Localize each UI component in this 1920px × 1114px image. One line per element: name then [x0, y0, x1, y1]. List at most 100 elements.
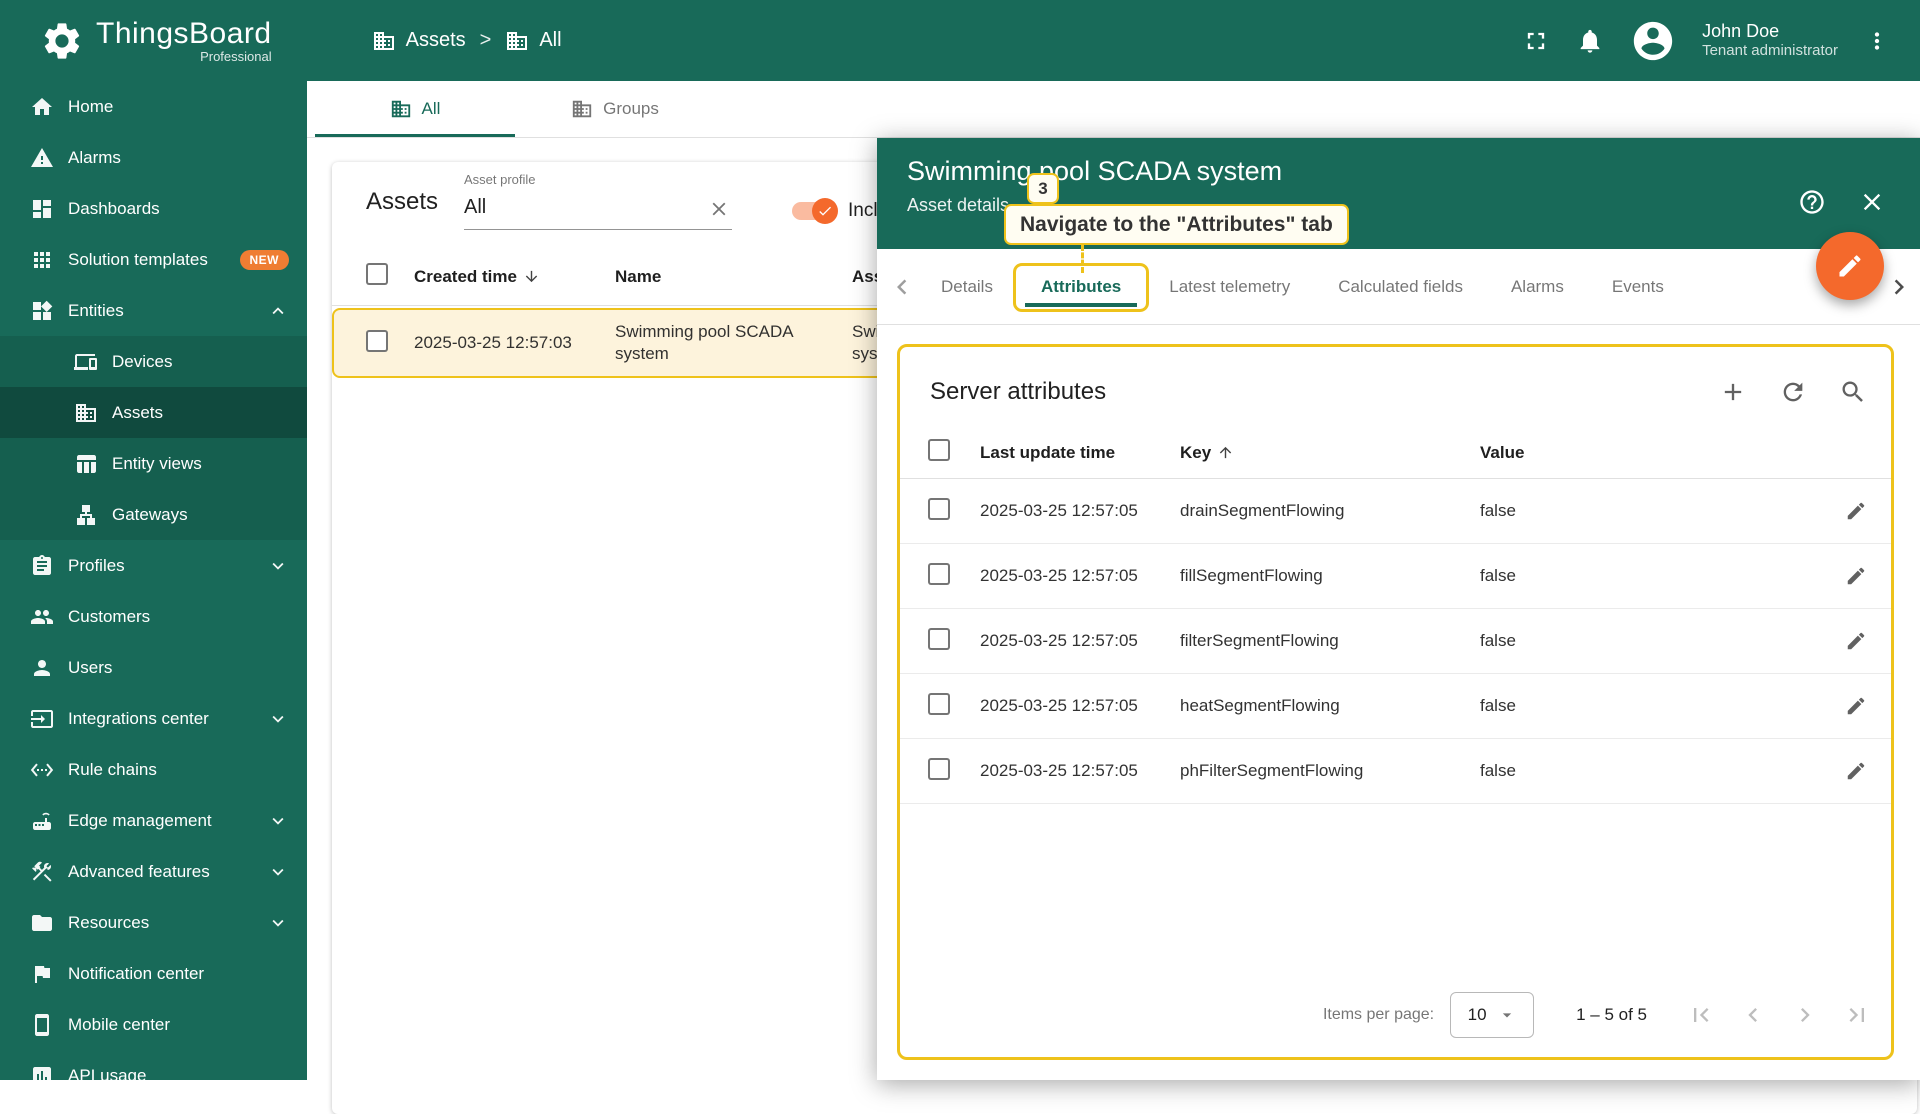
attribute-row[interactable]: 2025-03-25 12:57:05 phFilterSegmentFlowi…: [900, 739, 1891, 804]
sidebar-item-solution-templates[interactable]: Solution templates NEW: [0, 234, 307, 285]
sidebar-item-customers[interactable]: Customers: [0, 591, 307, 642]
chevron-up-icon: [267, 300, 289, 322]
breadcrumb-separator: >: [480, 29, 492, 52]
tab-all[interactable]: All: [315, 81, 515, 137]
page-size-select[interactable]: 10: [1450, 992, 1534, 1038]
items-per-page-label: Items per page:: [1323, 1006, 1434, 1024]
close-icon[interactable]: [1858, 188, 1886, 216]
sidebar-item-advanced-features[interactable]: Advanced features: [0, 846, 307, 897]
more-vert-icon[interactable]: [1864, 28, 1890, 54]
tab-details[interactable]: Details: [917, 249, 1017, 324]
tab-latest-telemetry[interactable]: Latest telemetry: [1145, 249, 1314, 324]
row-checkbox[interactable]: [928, 628, 950, 650]
sidebar-item-entity-views[interactable]: Entity views: [0, 438, 307, 489]
sidebar-item-home[interactable]: Home: [0, 81, 307, 132]
include-toggle[interactable]: [792, 202, 834, 220]
cell-value: false: [1480, 566, 1827, 586]
sidebar-item-edge-management[interactable]: Edge management: [0, 795, 307, 846]
tabs-scroll-right-icon[interactable]: [1884, 272, 1914, 302]
tab-events[interactable]: Events: [1588, 249, 1688, 324]
sidebar-item-label: Devices: [112, 352, 172, 372]
cell-time: 2025-03-25 12:57:05: [980, 501, 1180, 521]
clear-filter-icon[interactable]: [708, 198, 730, 220]
cell-key: heatSegmentFlowing: [1180, 696, 1480, 716]
insert-chart-icon: [30, 1064, 54, 1081]
sidebar-item-integrations-center[interactable]: Integrations center: [0, 693, 307, 744]
sidebar-item-rule-chains[interactable]: Rule chains: [0, 744, 307, 795]
sidebar-item-api-usage[interactable]: API usage: [0, 1050, 307, 1080]
cell-key: fillSegmentFlowing: [1180, 566, 1480, 586]
prev-page-icon[interactable]: [1739, 1001, 1767, 1029]
sidebar-item-label: Rule chains: [68, 760, 157, 780]
sidebar-item-label: Mobile center: [68, 1015, 170, 1035]
search-icon[interactable]: [1839, 378, 1867, 406]
cell-time: 2025-03-25 12:57:05: [980, 566, 1180, 586]
home-icon: [30, 95, 54, 119]
sidebar-item-label: Entity views: [112, 454, 202, 474]
gear-logo-icon: [40, 19, 84, 63]
column-key[interactable]: Key: [1180, 443, 1480, 463]
sidebar-item-mobile-center[interactable]: Mobile center: [0, 999, 307, 1050]
sidebar-item-notification-center[interactable]: Notification center: [0, 948, 307, 999]
sidebar-item-dashboards[interactable]: Dashboards: [0, 183, 307, 234]
asset-profile-filter[interactable]: Asset profile All: [464, 170, 732, 230]
column-last-update-time[interactable]: Last update time: [980, 443, 1180, 463]
edit-fab[interactable]: [1816, 232, 1884, 300]
sidebar-item-resources[interactable]: Resources: [0, 897, 307, 948]
sidebar-item-gateways[interactable]: Gateways: [0, 489, 307, 540]
tab-groups[interactable]: Groups: [515, 81, 715, 137]
breadcrumb-all[interactable]: All: [505, 29, 561, 53]
sidebar-item-users[interactable]: Users: [0, 642, 307, 693]
cell-key: phFilterSegmentFlowing: [1180, 761, 1480, 781]
rule-chains-icon: [30, 758, 54, 782]
row-checkbox[interactable]: [928, 498, 950, 520]
cell-value: false: [1480, 761, 1827, 781]
edit-attribute-icon[interactable]: [1845, 630, 1867, 652]
account-avatar-icon[interactable]: [1630, 18, 1676, 64]
page-size-value: 10: [1468, 1005, 1487, 1025]
row-checkbox[interactable]: [928, 563, 950, 585]
row-checkbox[interactable]: [928, 693, 950, 715]
refresh-icon[interactable]: [1779, 378, 1807, 406]
attribute-row[interactable]: 2025-03-25 12:57:05 heatSegmentFlowing f…: [900, 674, 1891, 739]
breadcrumb-assets[interactable]: Assets: [372, 29, 466, 53]
attribute-row[interactable]: 2025-03-25 12:57:05 fillSegmentFlowing f…: [900, 544, 1891, 609]
sidebar-item-assets[interactable]: Assets: [0, 387, 307, 438]
attribute-row[interactable]: 2025-03-25 12:57:05 filterSegmentFlowing…: [900, 609, 1891, 674]
edit-attribute-icon[interactable]: [1845, 760, 1867, 782]
column-created-time[interactable]: Created time: [414, 267, 615, 287]
first-page-icon[interactable]: [1687, 1001, 1715, 1029]
attribute-row[interactable]: 2025-03-25 12:57:05 drainSegmentFlowing …: [900, 479, 1891, 544]
edit-attribute-icon[interactable]: [1845, 565, 1867, 587]
sidebar-item-devices[interactable]: Devices: [0, 336, 307, 387]
add-attribute-icon[interactable]: [1719, 378, 1747, 406]
sidebar-item-label: Resources: [68, 913, 149, 933]
column-value[interactable]: Value: [1480, 443, 1827, 463]
apps-icon: [30, 248, 54, 272]
sidebar-item-label: Edge management: [68, 811, 212, 831]
row-checkbox[interactable]: [928, 758, 950, 780]
edit-attribute-icon[interactable]: [1845, 695, 1867, 717]
cell-time: 2025-03-25 12:57:05: [980, 761, 1180, 781]
row-checkbox[interactable]: [366, 330, 388, 352]
notifications-icon[interactable]: [1576, 27, 1604, 55]
help-icon[interactable]: [1798, 188, 1826, 216]
select-all-checkbox[interactable]: [928, 439, 950, 461]
column-name[interactable]: Name: [615, 267, 852, 287]
next-page-icon[interactable]: [1791, 1001, 1819, 1029]
sidebar-item-entities[interactable]: Entities: [0, 285, 307, 336]
sidebar-item-profiles[interactable]: Profiles: [0, 540, 307, 591]
tab-alarms[interactable]: Alarms: [1487, 249, 1588, 324]
select-all-checkbox[interactable]: [366, 263, 388, 285]
sidebar-item-alarms[interactable]: Alarms: [0, 132, 307, 183]
fullscreen-icon[interactable]: [1522, 27, 1550, 55]
topbar: ThingsBoard Professional Assets > All Jo…: [0, 0, 1920, 81]
tabs-scroll-left-icon[interactable]: [887, 272, 917, 302]
thingsboard-logo[interactable]: ThingsBoard Professional: [40, 17, 272, 64]
sidebar: Home Alarms Dashboards Solution template…: [0, 81, 307, 1080]
integrations-icon: [30, 707, 54, 731]
tab-calculated-fields[interactable]: Calculated fields: [1314, 249, 1487, 324]
pencil-icon: [1836, 252, 1864, 280]
edit-attribute-icon[interactable]: [1845, 500, 1867, 522]
last-page-icon[interactable]: [1843, 1001, 1871, 1029]
